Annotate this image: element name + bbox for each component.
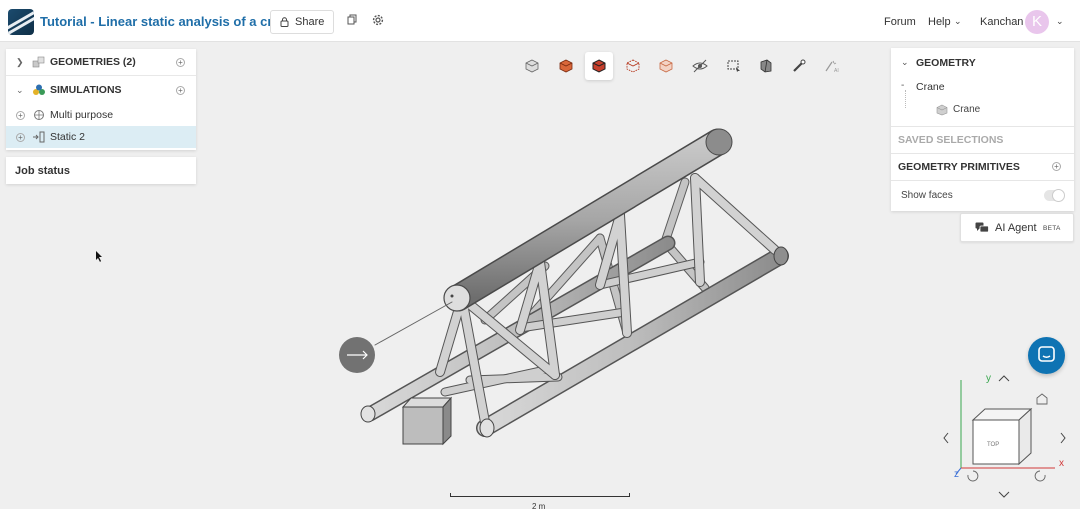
beta-badge: BETA bbox=[1043, 225, 1061, 232]
roll-cw-icon[interactable] bbox=[1034, 470, 1046, 482]
load-arrow-marker[interactable] bbox=[339, 337, 375, 373]
simulation-tree-panel: ❯ GEOMETRIES (2) + ⌄ SIMULATIONS + + Mul… bbox=[6, 49, 196, 150]
geometries-icon bbox=[32, 56, 45, 68]
tree-item-static-2[interactable]: + Static 2 bbox=[6, 126, 196, 148]
geometry-child-label: Crane bbox=[953, 104, 981, 115]
crane-model[interactable] bbox=[360, 128, 789, 446]
expand-icon[interactable]: + bbox=[16, 110, 25, 120]
tree-geometries[interactable]: ❯ GEOMETRIES (2) + bbox=[6, 51, 196, 73]
add-simulation-icon[interactable]: + bbox=[176, 85, 185, 95]
chat-bubbles-icon bbox=[975, 222, 989, 233]
part-cube-icon bbox=[936, 104, 948, 116]
home-view-icon[interactable] bbox=[1036, 393, 1048, 405]
tree-label-multi-purpose: Multi purpose bbox=[50, 109, 114, 121]
ai-agent-label: AI Agent bbox=[995, 222, 1037, 234]
divider bbox=[891, 180, 1074, 181]
tree-label-simulations: SIMULATIONS bbox=[50, 84, 122, 96]
svg-text:AI: AI bbox=[834, 68, 839, 73]
rotate-down-icon[interactable] bbox=[998, 491, 1010, 498]
roll-ccw-icon[interactable] bbox=[967, 470, 979, 482]
simulations-icon bbox=[33, 84, 45, 95]
show-faces-toggle[interactable] bbox=[1044, 189, 1065, 202]
chat-icon bbox=[1038, 346, 1055, 362]
view-cube-icon[interactable] bbox=[518, 52, 546, 80]
chevron-down-icon[interactable]: ⌄ bbox=[16, 85, 24, 96]
divider bbox=[891, 126, 1074, 127]
solid-edges-view-icon[interactable] bbox=[585, 52, 613, 80]
transparent-view-icon[interactable] bbox=[652, 52, 680, 80]
y-axis-label: y bbox=[986, 373, 991, 384]
rotate-right-icon[interactable] bbox=[1060, 432, 1066, 444]
divider bbox=[6, 75, 196, 76]
tree-item-multi-purpose[interactable]: + Multi purpose bbox=[6, 104, 196, 126]
chevron-right-icon[interactable]: ❯ bbox=[16, 57, 24, 68]
solid-view-icon[interactable] bbox=[552, 52, 580, 80]
rotate-up-icon[interactable] bbox=[998, 375, 1010, 382]
mesh-icon bbox=[34, 110, 44, 120]
expand-icon[interactable]: + bbox=[16, 132, 25, 142]
mouse-cursor bbox=[96, 251, 102, 262]
ai-agent-button[interactable]: AI Agent BETA bbox=[960, 213, 1074, 242]
wireframe-view-icon[interactable] bbox=[619, 52, 647, 80]
box-select-icon[interactable] bbox=[720, 52, 748, 80]
job-status-label: Job status bbox=[15, 165, 71, 177]
rotate-left-icon[interactable] bbox=[943, 432, 949, 444]
add-geometry-icon[interactable]: + bbox=[176, 57, 185, 67]
orientation-cube[interactable]: y x z TOP bbox=[935, 368, 1075, 509]
geometry-primitives-label: GEOMETRY PRIMITIVES bbox=[898, 161, 1020, 173]
ai-tools-icon[interactable]: AI bbox=[818, 52, 846, 80]
section-icon[interactable] bbox=[752, 52, 780, 80]
z-axis-label: z bbox=[954, 469, 959, 480]
divider bbox=[891, 153, 1074, 154]
scale-bar bbox=[450, 493, 630, 497]
collapse-icon[interactable]: - bbox=[901, 80, 904, 91]
add-primitive-icon[interactable]: + bbox=[1052, 162, 1061, 171]
tree-label-static-2: Static 2 bbox=[50, 131, 86, 143]
chevron-down-icon[interactable]: ⌄ bbox=[901, 57, 909, 68]
scale-label: 2 m bbox=[532, 502, 546, 509]
job-status-panel[interactable]: Job status bbox=[6, 157, 196, 184]
geometry-root-label: Crane bbox=[916, 81, 945, 93]
measure-icon[interactable] bbox=[785, 52, 813, 80]
saved-selections-label: SAVED SELECTIONS bbox=[898, 134, 1004, 146]
show-faces-label: Show faces bbox=[901, 190, 953, 201]
tree-label-geometries: GEOMETRIES (2) bbox=[50, 56, 136, 68]
x-axis-label: x bbox=[1059, 458, 1064, 469]
hide-icon[interactable] bbox=[686, 52, 714, 80]
geometry-heading: GEOMETRY bbox=[916, 57, 976, 69]
cube-face-top-label: TOP bbox=[987, 442, 999, 448]
static-analysis-icon bbox=[33, 131, 45, 143]
geometry-panel: ⌄ GEOMETRY - Crane Crane SAVED SELECTION… bbox=[891, 48, 1074, 211]
view-cube[interactable]: TOP bbox=[971, 407, 1033, 466]
tree-simulations[interactable]: ⌄ SIMULATIONS + bbox=[6, 79, 196, 101]
tree-guide bbox=[905, 90, 906, 108]
